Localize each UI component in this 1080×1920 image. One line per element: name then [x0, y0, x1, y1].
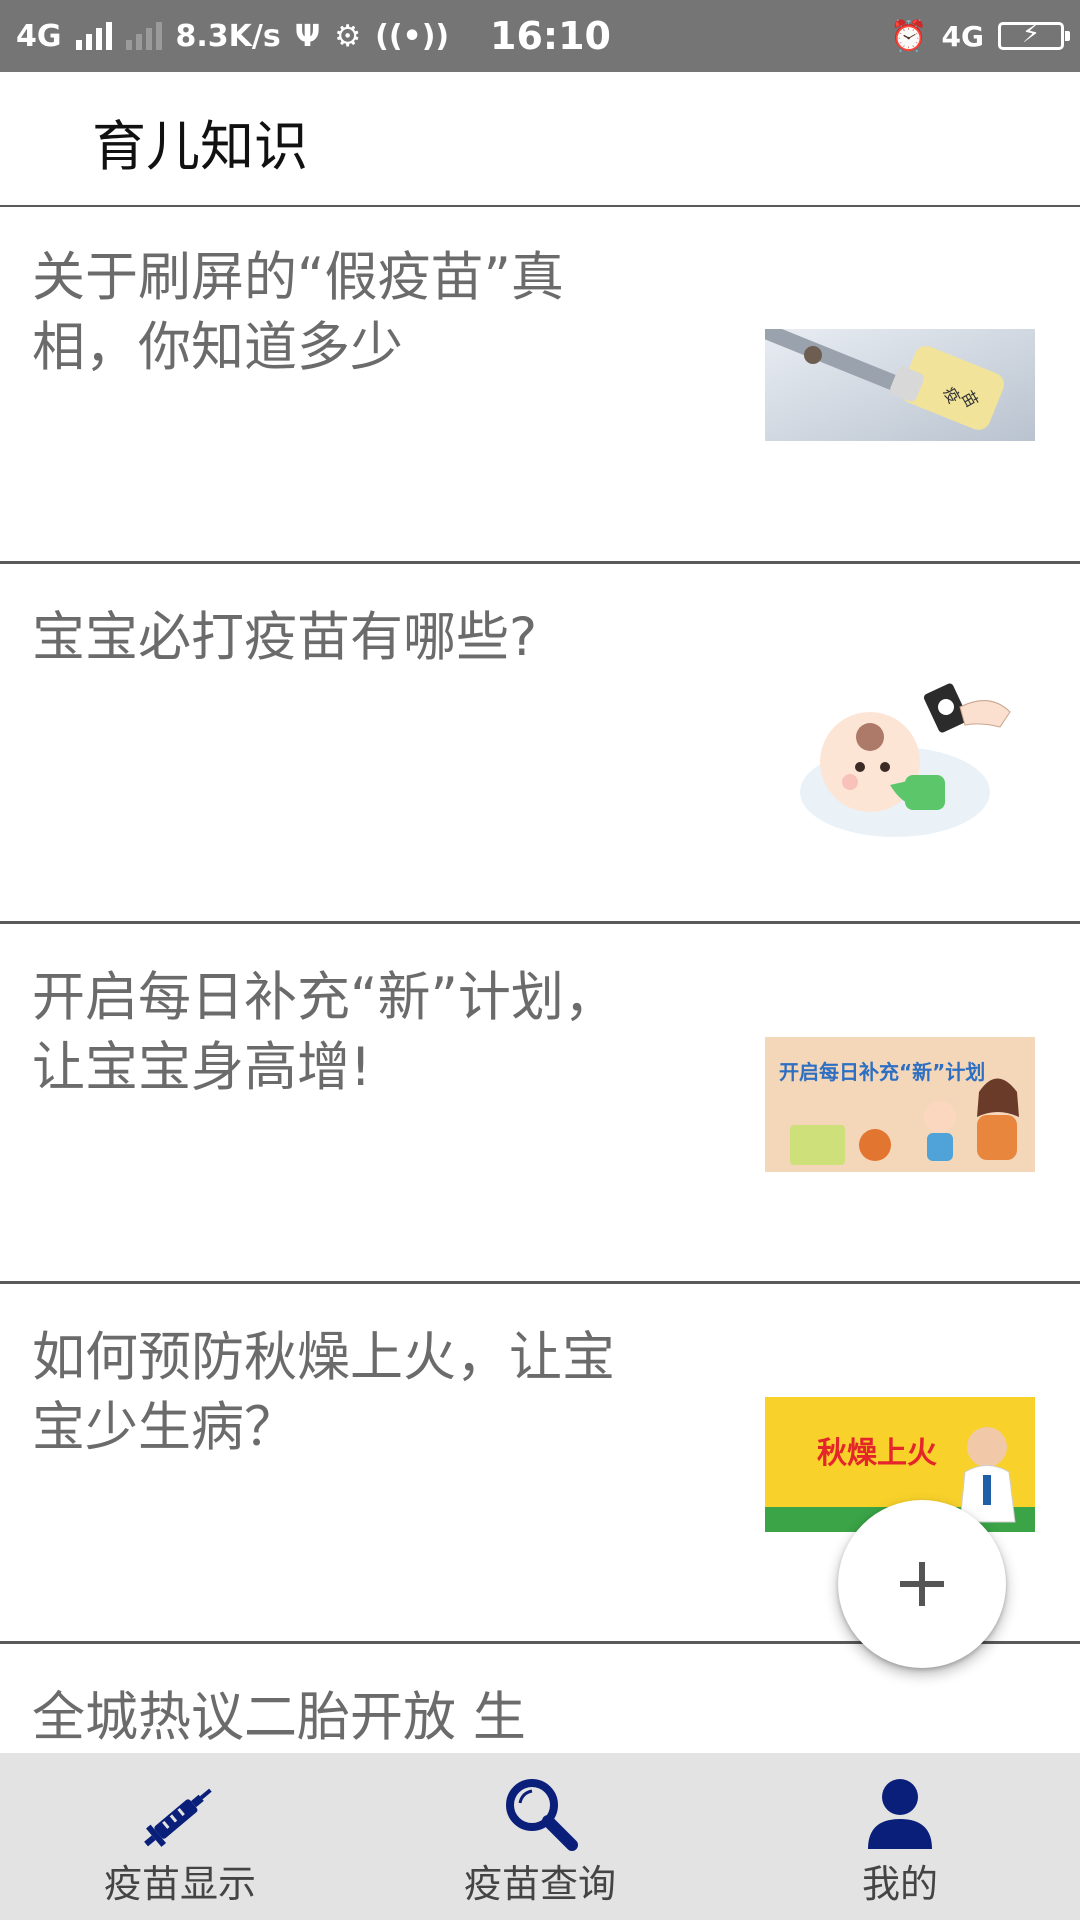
article-title: 全城热议二胎开放 生	[32, 1687, 526, 1748]
svg-text:开启每日补充“新”计划: 开启每日补充“新”计划	[779, 1060, 985, 1084]
row-divider	[0, 921, 1080, 924]
network-speed: 8.3K/s	[175, 18, 281, 54]
status-bar: 4G 8.3K/s Ψ ⚙ ((•)) 16:10 ⏰ 4G ⚡	[0, 0, 1080, 72]
plus-icon	[900, 1562, 944, 1606]
svg-text:秋燥上火: 秋燥上火	[817, 1436, 937, 1471]
network-type-right: 4G	[941, 19, 984, 53]
nav-vaccine-display[interactable]: 疫苗显示	[0, 1753, 360, 1920]
nav-vaccine-search[interactable]: 疫苗查询	[360, 1753, 720, 1920]
syringe-icon	[144, 1788, 212, 1847]
nav-my-profile[interactable]: 我的	[720, 1753, 1080, 1920]
vaccine-vial-image: 疫 苗	[765, 329, 1035, 441]
search-icon	[506, 1779, 578, 1851]
signal-bars-icon	[75, 22, 112, 50]
row-divider	[0, 561, 1080, 564]
article-title: 关于刷屏的“假疫苗”真相，你知道多少	[32, 247, 564, 378]
list-item[interactable]: 关于刷屏的“假疫苗”真相，你知道多少 疫 苗	[0, 207, 1080, 564]
person-icon	[868, 1779, 932, 1849]
battery-icon: ⚡	[998, 19, 1070, 50]
usb-icon: Ψ	[294, 18, 321, 54]
app-header: 育儿知识	[0, 72, 1080, 205]
row-divider	[0, 1281, 1080, 1284]
hotspot-icon: ((•))	[375, 18, 450, 54]
page-title: 育儿知识	[92, 115, 308, 178]
alarm-icon: ⏰	[890, 18, 928, 54]
clock: 16:10	[490, 14, 611, 58]
nav-label: 疫苗显示	[103, 1862, 256, 1906]
baby-cartoon-image	[800, 667, 1020, 847]
list-item[interactable]: 宝宝必打疫苗有哪些?	[0, 567, 1080, 924]
article-title: 如何预防秋燥上火，让宝宝少生病？	[32, 1327, 615, 1458]
bottom-navigation: 疫苗显示 疫苗查询 我的	[0, 1753, 1080, 1920]
growth-plan-banner: 开启每日补充“新”计划	[765, 1037, 1035, 1172]
list-item[interactable]: 开启每日补充“新”计划，让宝宝身高增! 开启每日补充“新”计划	[0, 927, 1080, 1284]
article-title: 开启每日补充“新”计划，让宝宝身高增!	[32, 967, 617, 1098]
status-left: 4G 8.3K/s Ψ ⚙ ((•))	[16, 0, 449, 72]
status-right: ⏰ 4G ⚡	[890, 0, 1070, 72]
settings-notification-icon: ⚙	[334, 18, 362, 54]
add-button[interactable]	[838, 1500, 1006, 1668]
signal-bars-empty-icon	[125, 22, 162, 50]
network-type-left: 4G	[16, 18, 62, 54]
nav-label: 疫苗查询	[463, 1862, 616, 1906]
nav-label: 我的	[861, 1862, 938, 1906]
article-title: 宝宝必打疫苗有哪些?	[32, 607, 538, 668]
